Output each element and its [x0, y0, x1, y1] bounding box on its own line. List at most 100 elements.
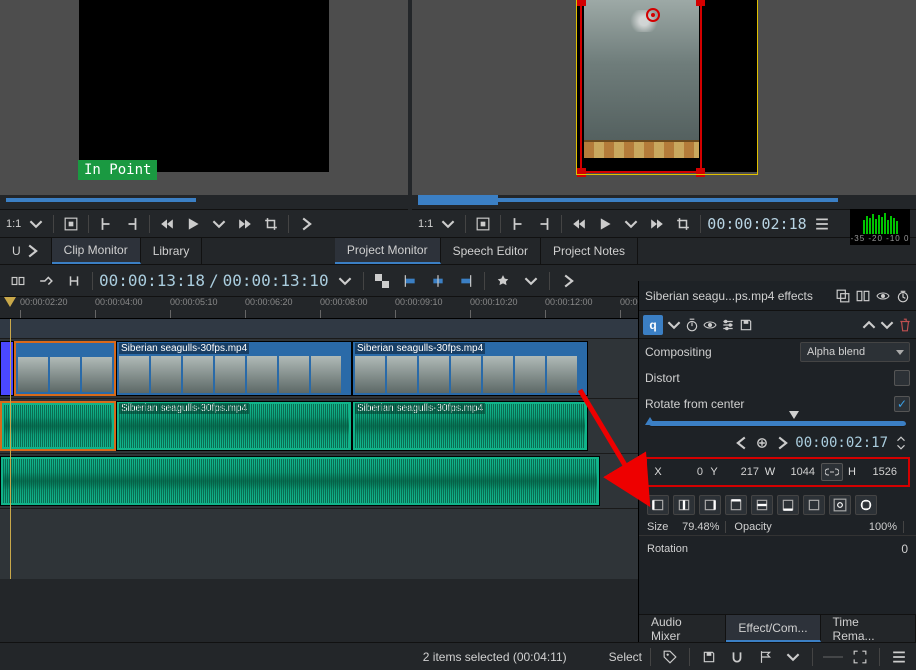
split-icon[interactable]: [856, 289, 870, 303]
tab-effect-compositing[interactable]: Effect/Com...: [726, 615, 820, 642]
timer-icon[interactable]: [896, 289, 910, 303]
eye-icon[interactable]: [703, 318, 717, 332]
align-btn[interactable]: [699, 495, 721, 515]
chevron-down-icon[interactable]: [25, 213, 47, 235]
align-btn[interactable]: [725, 495, 747, 515]
tool-insert-icon[interactable]: [6, 269, 30, 293]
timeline-clip[interactable]: Siberian seagulls-30fps.mp4: [116, 401, 352, 451]
tab-unknown[interactable]: U: [0, 238, 52, 264]
align-center-icon[interactable]: [426, 269, 450, 293]
keyframe-slider[interactable]: [639, 417, 916, 433]
chevron-down-icon[interactable]: [333, 269, 357, 293]
timeline-clip[interactable]: [14, 341, 116, 396]
y-input[interactable]: 217: [721, 466, 763, 478]
crop-icon[interactable]: [672, 213, 694, 235]
hamburger-icon[interactable]: [811, 213, 833, 235]
align-right-icon[interactable]: [454, 269, 478, 293]
fit-zoom-icon[interactable]: [849, 646, 871, 668]
compositing-select[interactable]: Alpha blend: [800, 342, 910, 362]
fit-btn[interactable]: [829, 495, 851, 515]
tab-audio-mixer[interactable]: Audio Mixer: [639, 615, 726, 642]
fast-forward-icon[interactable]: [234, 213, 256, 235]
rotation-value[interactable]: 0: [692, 542, 908, 556]
project-scrubber[interactable]: [412, 195, 916, 209]
sliders-icon[interactable]: [721, 318, 735, 332]
crop-icon[interactable]: [260, 213, 282, 235]
save-icon[interactable]: [739, 318, 753, 332]
size-value[interactable]: 79.48%: [672, 521, 726, 533]
chevron-down-icon[interactable]: [667, 318, 681, 332]
tool-overwrite-icon[interactable]: [34, 269, 58, 293]
timeline-clip[interactable]: Siberian seagulls-30fps.mp4: [116, 341, 352, 396]
next-keyframe-icon[interactable]: [775, 436, 789, 450]
timeline-clip[interactable]: [0, 341, 14, 396]
project-zoom-label[interactable]: 1:1: [418, 218, 433, 230]
tab-speech-editor[interactable]: Speech Editor: [441, 238, 541, 264]
chevron-down-icon[interactable]: [880, 318, 894, 332]
project-monitor-stage[interactable]: [412, 0, 916, 195]
zoom-slider-icon[interactable]: [821, 646, 843, 668]
checker-icon[interactable]: [370, 269, 394, 293]
mark-out-icon[interactable]: [121, 213, 143, 235]
chevron-down-icon[interactable]: [782, 646, 804, 668]
mark-in-icon[interactable]: [95, 213, 117, 235]
eye-icon[interactable]: [876, 289, 890, 303]
rewind-icon[interactable]: [156, 213, 178, 235]
link-dimensions-icon[interactable]: [821, 463, 843, 481]
w-input[interactable]: 1044: [777, 466, 819, 478]
fast-forward-icon[interactable]: [646, 213, 668, 235]
opacity-value[interactable]: 100%: [776, 521, 904, 533]
chevron-down-icon[interactable]: [620, 213, 642, 235]
prev-keyframe-icon[interactable]: [735, 436, 749, 450]
mark-out-icon[interactable]: [533, 213, 555, 235]
tab-project-notes[interactable]: Project Notes: [541, 238, 638, 264]
align-btn[interactable]: [777, 495, 799, 515]
timeline-clip[interactable]: Siberian seagulls-30fps.mp4: [352, 341, 588, 396]
add-keyframe-icon[interactable]: [755, 436, 769, 450]
h-input[interactable]: 1526: [859, 466, 901, 478]
tab-time-remap[interactable]: Time Rema...: [821, 615, 916, 642]
chevron-down-icon[interactable]: [208, 213, 230, 235]
rotate-from-center-checkbox[interactable]: [894, 396, 910, 412]
keyframe-timecode[interactable]: 00:00:02:17: [795, 435, 888, 451]
chevron-down-icon[interactable]: [519, 269, 543, 293]
timeline-clip[interactable]: Siberian seagulls-30fps.mp4: [352, 401, 588, 451]
align-btn[interactable]: [751, 495, 773, 515]
align-left-icon[interactable]: [398, 269, 422, 293]
align-btn[interactable]: [803, 495, 825, 515]
play-icon[interactable]: [182, 213, 204, 235]
timeline-position[interactable]: 00:00:13:18: [99, 271, 205, 290]
save-icon[interactable]: [698, 646, 720, 668]
clip-monitor-stage[interactable]: In Point: [0, 0, 408, 195]
trash-icon[interactable]: [898, 318, 912, 332]
overflow-right-icon[interactable]: [295, 213, 317, 235]
project-timecode[interactable]: 00:00:02:18: [707, 215, 806, 233]
clip-zoom-label[interactable]: 1:1: [6, 218, 21, 230]
align-btn[interactable]: [673, 495, 695, 515]
distort-checkbox[interactable]: [894, 370, 910, 386]
chevron-down-icon[interactable]: [437, 213, 459, 235]
tag-icon[interactable]: [659, 646, 681, 668]
timeline-clip[interactable]: [0, 456, 600, 506]
tab-project-monitor[interactable]: Project Monitor: [335, 238, 441, 264]
snap-icon[interactable]: [726, 646, 748, 668]
effect-enable-toggle[interactable]: q: [643, 315, 663, 335]
rewind-icon[interactable]: [568, 213, 590, 235]
play-icon[interactable]: [594, 213, 616, 235]
align-btn[interactable]: [647, 495, 669, 515]
overflow-right-icon[interactable]: [556, 269, 580, 293]
stopwatch-icon[interactable]: [685, 318, 699, 332]
mark-in-icon[interactable]: [507, 213, 529, 235]
hamburger-icon[interactable]: [888, 646, 910, 668]
x-input[interactable]: 0: [665, 466, 707, 478]
fit-btn[interactable]: [855, 495, 877, 515]
flag-icon[interactable]: [754, 646, 776, 668]
timeline-clip[interactable]: [0, 401, 116, 451]
tab-library[interactable]: Library: [141, 238, 203, 264]
tab-clip-monitor[interactable]: Clip Monitor: [52, 238, 141, 264]
chevron-up-icon[interactable]: [862, 318, 876, 332]
spinner-icon[interactable]: [894, 436, 908, 450]
clip-scrubber[interactable]: [0, 195, 408, 209]
tool-spacer-icon[interactable]: [62, 269, 86, 293]
grid-icon[interactable]: [60, 213, 82, 235]
